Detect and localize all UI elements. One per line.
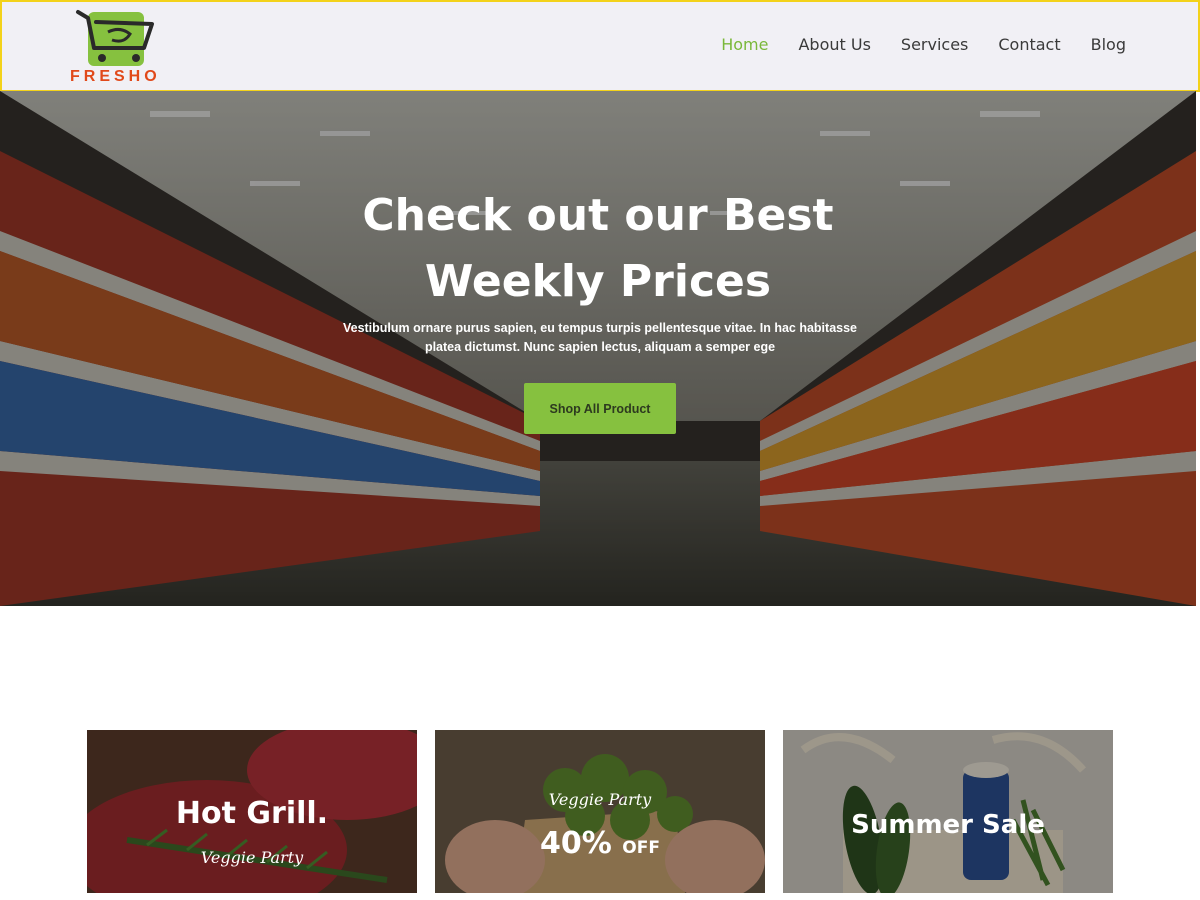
promo-discount-suffix: OFF xyxy=(622,838,660,858)
promo-card-hot-grill[interactable]: Hot Grill. Veggie Party xyxy=(87,730,417,893)
promo-title: Hot Grill. xyxy=(175,796,329,831)
promo-discount: 40% OFF xyxy=(435,826,765,861)
promo-card-shade xyxy=(435,730,765,893)
shop-all-product-button[interactable]: Shop All Product xyxy=(524,383,676,434)
nav-item-home[interactable]: Home xyxy=(721,35,768,54)
promo-card-40-off[interactable]: Veggie Party 40% OFF xyxy=(435,730,765,893)
hero-subtitle: Vestibulum ornare purus sapien, eu tempu… xyxy=(330,319,870,357)
hero-title: Check out our Best Weekly Prices xyxy=(0,183,1196,315)
nav-item-blog[interactable]: Blog xyxy=(1091,35,1126,54)
nav-item-services[interactable]: Services xyxy=(901,35,968,54)
promo-title: Summer Sale xyxy=(851,810,1045,840)
hero-title-line-2: Weekly Prices xyxy=(424,256,772,307)
site-header: FRESHO Home About Us Services Contact Bl… xyxy=(0,0,1200,92)
main-nav: Home About Us Services Contact Blog xyxy=(721,35,1126,54)
promo-discount-value: 40% xyxy=(540,826,612,861)
fresho-logo[interactable]: FRESHO xyxy=(68,8,168,88)
promo-script-text: Veggie Party xyxy=(200,848,304,867)
hero-subtitle-line-1: Vestibulum ornare purus sapien, eu tempu… xyxy=(342,321,858,335)
logo-wordmark: FRESHO xyxy=(70,68,161,85)
nav-item-contact[interactable]: Contact xyxy=(998,35,1060,54)
hero-banner: Check out our Best Weekly Prices Vestibu… xyxy=(0,91,1196,606)
promo-card-summer-sale[interactable]: Summer Sale xyxy=(783,730,1113,893)
hero-title-line-1: Check out our Best xyxy=(362,190,834,241)
hero-subtitle-line-2: platea dictumst. Nunc sapien lectus, ali… xyxy=(424,340,776,354)
nav-item-about-us[interactable]: About Us xyxy=(798,35,870,54)
promo-script-text: Veggie Party xyxy=(548,790,652,809)
shopping-cart-icon xyxy=(76,10,154,62)
